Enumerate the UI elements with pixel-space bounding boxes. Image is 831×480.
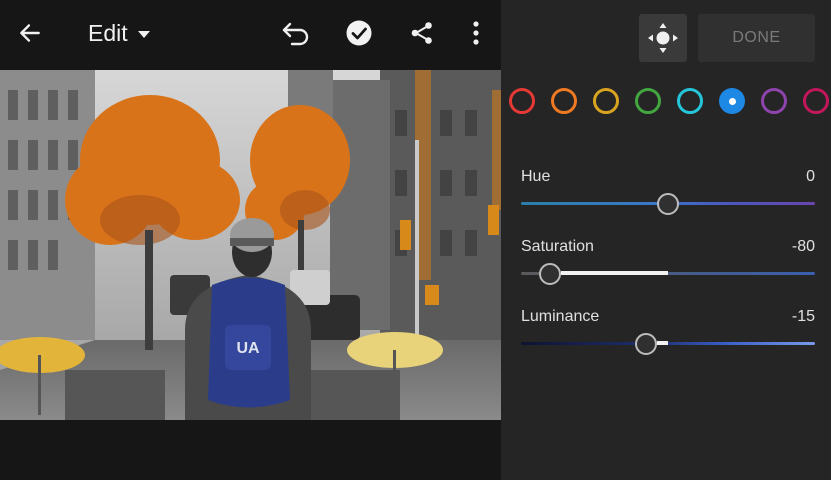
more-vertical-icon [473,21,479,45]
hsl-panel: DONE Hue 0 Saturation -80 Luminance -15 [501,0,831,480]
swatch-red[interactable] [509,88,535,114]
luminance-label: Luminance [521,308,600,325]
luminance-fill [656,341,668,345]
caret-down-icon [137,31,150,38]
edit-mode-dropdown[interactable]: Edit [88,20,150,47]
swatch-blue[interactable] [719,88,745,114]
top-toolbar: Edit [0,0,501,70]
street-photo-image: UA [0,70,501,420]
edit-mode-label: Edit [88,20,128,46]
undo-button[interactable] [278,15,314,51]
apply-button[interactable] [341,15,377,51]
luminance-slider-handle[interactable] [634,333,657,355]
hue-label: Hue [521,168,551,185]
swatch-purple[interactable] [761,88,787,114]
target-adjustment-icon [648,23,678,53]
image-bottom-strip [0,420,501,480]
swatch-magenta[interactable] [803,88,829,114]
swatch-orange[interactable] [551,88,577,114]
hue-slider-handle[interactable] [657,193,679,215]
swatch-green[interactable] [635,88,661,114]
back-arrow-icon [20,24,40,42]
targeted-adjustment-button[interactable] [639,14,687,62]
saturation-fill [561,271,668,275]
saturation-value: -80 [791,238,815,255]
svg-text:UA: UA [236,340,260,357]
share-button[interactable] [404,15,440,51]
share-icon [411,22,432,44]
luminance-value: -15 [791,308,815,325]
hue-value: 0 [806,168,815,185]
photo-preview[interactable]: UA [0,70,501,420]
done-button[interactable]: DONE [698,14,815,62]
saturation-label: Saturation [521,238,594,255]
image-area: Edit UA [0,0,501,480]
color-swatch-row [509,88,831,114]
undo-icon [282,22,309,46]
back-button[interactable] [12,15,48,51]
more-options-button[interactable] [458,15,494,51]
saturation-slider-handle[interactable] [539,263,562,285]
swatch-aqua[interactable] [677,88,703,114]
swatch-yellow[interactable] [593,88,619,114]
checkmark-circle-icon [346,20,372,46]
luminance-track[interactable] [521,342,815,345]
